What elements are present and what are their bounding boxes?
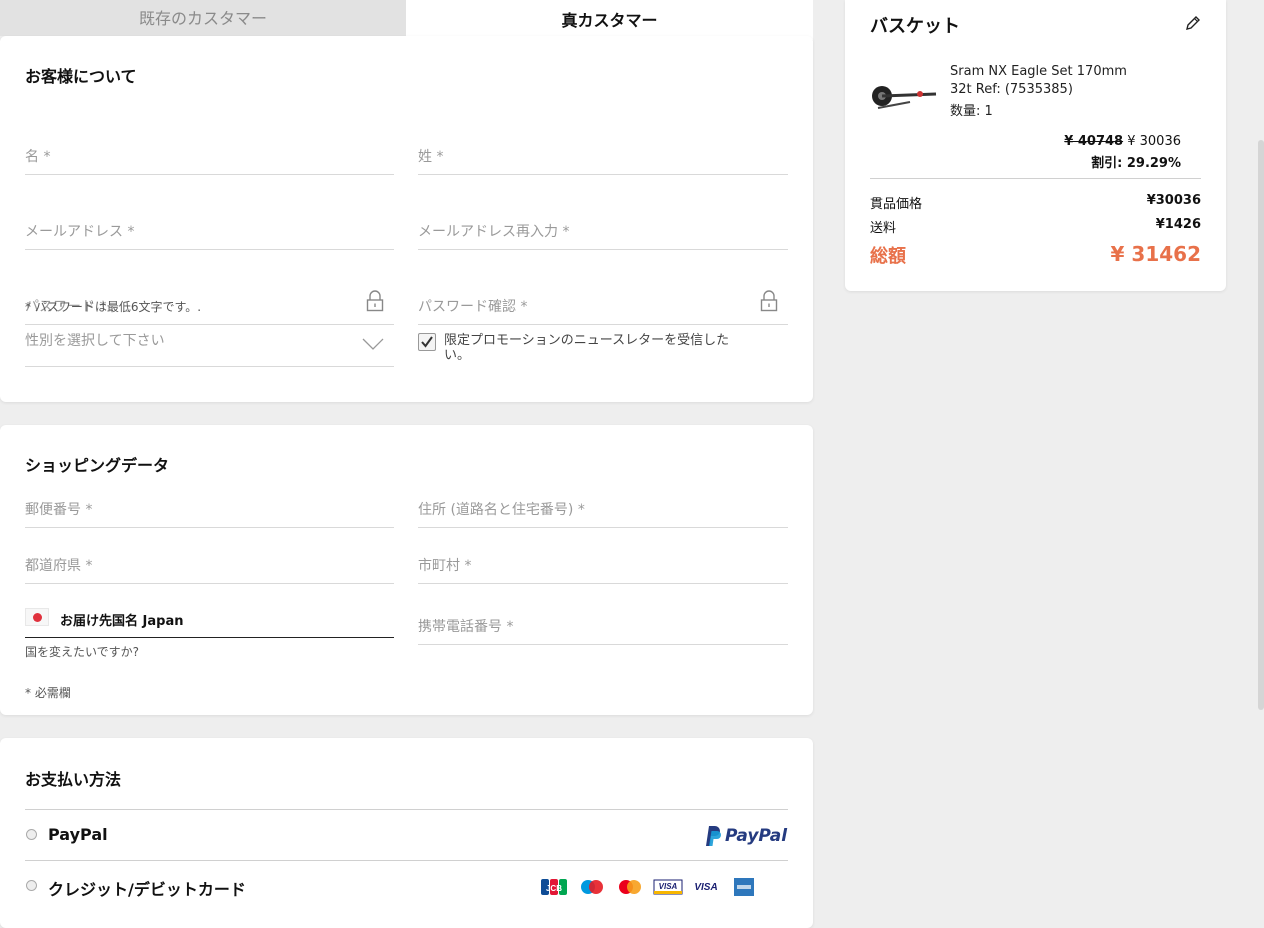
shipping-value: ¥1426 xyxy=(1155,217,1201,232)
tab-existing-customer[interactable]: 既存のカスタマー xyxy=(0,0,406,36)
check-icon xyxy=(421,336,433,348)
first-name-field[interactable]: 名 * xyxy=(25,145,394,175)
paypal-icon xyxy=(706,826,721,846)
basket-card: バスケット Sram NX Eagle Set 170mm 32t Ref: (… xyxy=(845,0,1226,291)
gender-placeholder: 性別を選択して下さい xyxy=(25,333,165,349)
payment-title: お支払い方法 xyxy=(25,770,122,789)
card-label[interactable]: クレジット/デビットカード xyxy=(48,876,246,900)
newsletter-label[interactable]: 限定プロモーションのニュースレターを受信したい。 xyxy=(444,333,736,363)
card-radio[interactable] xyxy=(26,880,37,891)
svg-text:VISA: VISA xyxy=(694,882,717,893)
country-select[interactable]: お届け先国名 Japan xyxy=(25,608,394,638)
mastercard-icon xyxy=(615,877,645,897)
new-price: ¥ 30036 xyxy=(1127,134,1181,149)
tab-new-customer[interactable]: 真カスタマー xyxy=(406,0,813,40)
mobile-field[interactable]: 携帯電話番号 * xyxy=(418,615,788,645)
total-row: 総額 ¥ 31462 xyxy=(870,242,1201,268)
address-field[interactable]: 住所 (道路名と住宅番号) * xyxy=(418,498,788,528)
last-name-placeholder: 姓 * xyxy=(418,149,444,165)
email-confirm-field[interactable]: メールアドレス再入力 * xyxy=(418,220,788,250)
shopping-data-card: ショッピングデータ 郵便番号 * 住所 (道路名と住宅番号) * 都道府県 * … xyxy=(0,425,813,715)
prefecture-placeholder: 都道府県 * xyxy=(25,558,93,574)
shipping-label: 送料 xyxy=(870,221,897,236)
newsletter-checkbox[interactable] xyxy=(418,333,436,351)
password-confirm-field[interactable]: パスワード確認 * xyxy=(418,272,788,325)
japan-flag-icon xyxy=(25,608,49,626)
postal-code-placeholder: 郵便番号 * xyxy=(25,502,93,518)
product-qty: 数量: 1 xyxy=(950,104,993,119)
visa-icon: VISA xyxy=(653,877,683,897)
required-note: * 必需欄 xyxy=(25,686,71,700)
paypal-logo: PayPal xyxy=(703,825,787,847)
total-value: ¥ 31462 xyxy=(1110,242,1201,266)
change-country-link[interactable]: 国を変えたいですか? xyxy=(25,643,139,660)
jcb-icon: JCB xyxy=(539,877,569,897)
password-hint: * パスワードは最低6文字です。. xyxy=(25,300,202,314)
subtotal-label: 貫品価格 xyxy=(870,197,923,212)
card-icons: JCB VISA VISA xyxy=(539,877,759,897)
divider xyxy=(25,809,788,810)
paypal-logo-text: PayPal xyxy=(725,826,788,846)
product-name: Sram NX Eagle Set 170mm xyxy=(950,64,1127,79)
mobile-placeholder: 携帯電話番号 * xyxy=(418,619,514,635)
visa-electron-icon: VISA xyxy=(691,877,721,897)
lock-icon xyxy=(366,290,384,312)
city-placeholder: 市町村 * xyxy=(418,558,472,574)
svg-text:JCB: JCB xyxy=(546,884,562,893)
product-image xyxy=(872,86,937,109)
prefecture-field[interactable]: 都道府県 * xyxy=(25,554,394,584)
paypal-radio[interactable] xyxy=(26,829,37,840)
email-confirm-placeholder: メールアドレス再入力 * xyxy=(418,224,570,240)
first-name-placeholder: 名 * xyxy=(25,149,51,165)
last-name-field[interactable]: 姓 * xyxy=(418,145,788,175)
basket-title: バスケット xyxy=(870,16,960,37)
svg-text:VISA: VISA xyxy=(659,882,678,891)
shopping-title: ショッピングデータ xyxy=(25,456,170,475)
email-placeholder: メールアドレス * xyxy=(25,224,135,240)
page-scrollbar[interactable] xyxy=(1258,140,1264,710)
email-field[interactable]: メールアドレス * xyxy=(25,220,394,250)
password-confirm-placeholder: パスワード確認 * xyxy=(418,299,528,315)
discount: 割引: 29.29% xyxy=(1091,156,1181,171)
divider xyxy=(870,178,1201,179)
product-ref: 32t Ref: (7535385) xyxy=(950,82,1073,97)
chevron-down-icon xyxy=(362,338,384,350)
country-label: お届け先国名 Japan xyxy=(60,614,184,629)
about-customer-card: お客様について 名 * 姓 * メールアドレス * メールアドレス再入力 * パ… xyxy=(0,36,813,402)
about-title: お客様について xyxy=(25,67,137,86)
price-row: ¥ 40748 ¥ 30036 xyxy=(1064,134,1181,149)
lock-icon xyxy=(760,290,778,312)
city-field[interactable]: 市町村 * xyxy=(418,554,788,584)
pencil-icon[interactable] xyxy=(1184,14,1202,32)
shipping-row: 送料 ¥1426 xyxy=(870,217,1201,236)
gender-select[interactable]: 性別を選択して下さい xyxy=(25,322,394,367)
total-label: 総額 xyxy=(870,246,906,267)
old-price: ¥ 40748 xyxy=(1064,134,1124,149)
paypal-label[interactable]: PayPal xyxy=(48,825,108,844)
address-placeholder: 住所 (道路名と住宅番号) * xyxy=(418,502,585,518)
subtotal-value: ¥30036 xyxy=(1146,193,1201,208)
maestro-icon xyxy=(577,877,607,897)
subtotal-row: 貫品価格 ¥30036 xyxy=(870,193,1201,212)
amex-icon xyxy=(729,877,759,897)
payment-card: お支払い方法 PayPal PayPal クレジット/デビットカード JCB V… xyxy=(0,738,813,928)
divider xyxy=(25,860,788,861)
postal-code-field[interactable]: 郵便番号 * xyxy=(25,498,394,528)
